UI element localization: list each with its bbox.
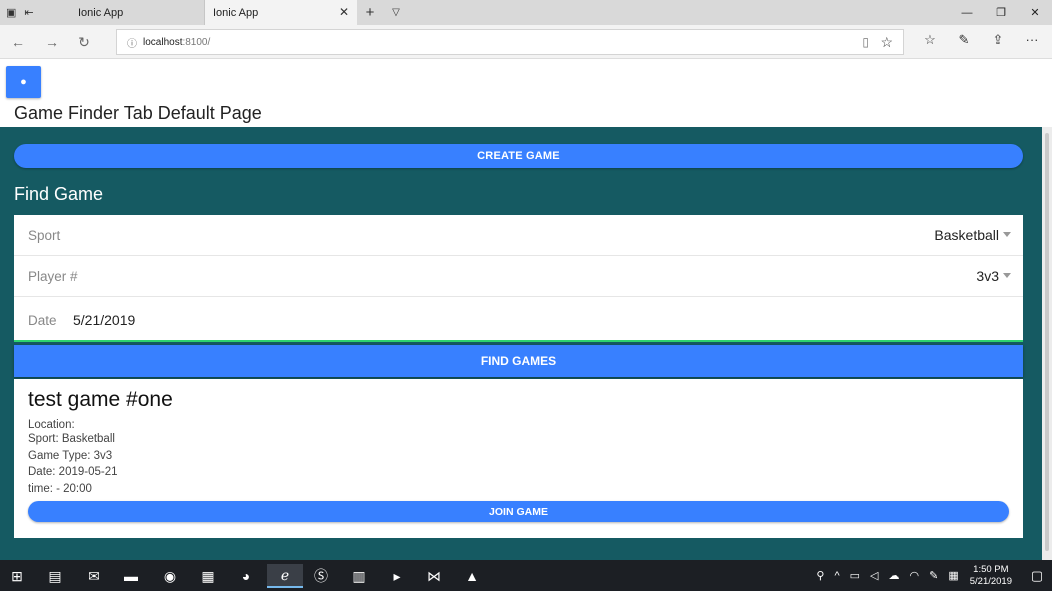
browser-tab-title: Ionic App — [213, 6, 259, 19]
store-icon[interactable]: ▦ — [195, 564, 221, 588]
person-icon: ● — [20, 76, 27, 88]
favorites-icon[interactable]: ☆ — [920, 32, 940, 48]
close-window-icon[interactable]: ✕ — [1018, 0, 1052, 25]
mail-icon[interactable]: ✉ — [81, 564, 107, 588]
find-games-button[interactable]: FIND GAMES — [14, 345, 1023, 377]
clock-date: 5/21/2019 — [969, 575, 1012, 587]
address-bar[interactable]: ⓘ localhost:8100/ ▯ ☆ — [116, 29, 904, 55]
sport-dropdown-icon[interactable] — [1003, 232, 1011, 237]
url-host: localhost — [143, 36, 183, 48]
main-content: CREATE GAME Find Game Sport Basketball P… — [0, 127, 1052, 560]
powershell-icon[interactable]: ▸ — [384, 564, 410, 588]
minimize-icon[interactable]: — — [950, 0, 984, 25]
close-tab-icon[interactable]: ✕ — [339, 5, 349, 19]
pen-workspace-icon[interactable]: ✎ — [929, 569, 938, 582]
refresh-icon[interactable]: ↻ — [74, 32, 94, 52]
info-icon[interactable]: ⓘ — [121, 35, 143, 50]
pen-icon[interactable]: ✎ — [954, 32, 974, 48]
tab-actions: ▣ ⇤ — [0, 0, 70, 25]
game-sport: Sport: Basketball — [28, 433, 115, 445]
game-location: Location: — [28, 419, 75, 431]
game-type: Game Type: 3v3 — [28, 450, 113, 462]
browser-tab-1[interactable]: Ionic App — [70, 0, 205, 25]
players-select-row[interactable]: Player # 3v3 — [14, 256, 1023, 297]
join-game-button[interactable]: JOIN GAME — [28, 501, 1009, 522]
cloud-icon[interactable]: ☁ — [889, 569, 900, 582]
window-controls: — ❐ ✕ — [950, 0, 1052, 25]
action-center-icon[interactable]: ▢ — [1022, 568, 1052, 584]
photos-icon[interactable]: ▲ — [459, 564, 485, 588]
browser-toolbar-right: ☆ ✎ ⇪ ··· — [920, 32, 1042, 48]
clock-time: 1:50 PM — [973, 563, 1009, 575]
user-button[interactable]: ● — [6, 66, 41, 98]
reading-view-icon[interactable]: ▯ — [862, 35, 869, 49]
players-label: Player # — [28, 269, 78, 284]
battery-icon[interactable]: ▭ — [850, 569, 860, 582]
vscode-icon[interactable]: ⋈ — [421, 564, 447, 588]
windows-taskbar: ⊞ ▤ ✉ ▬ ◉ ▦ ◕ ℯ Ⓢ ▥ ▸ ⋈ ▲ ⚲ ^ ▭ ◁ ☁ ◠ ✎ … — [0, 560, 1052, 591]
forward-icon[interactable]: → — [42, 32, 62, 52]
people-icon[interactable]: ⚲ — [816, 569, 824, 582]
game-date: Date: 2019-05-21 — [28, 466, 118, 478]
firefox-icon[interactable]: ◕ — [233, 564, 259, 588]
file-explorer-icon[interactable]: ▬ — [118, 564, 144, 588]
scrollbar[interactable] — [1042, 127, 1052, 560]
clock[interactable]: 1:50 PM 5/21/2019 — [970, 564, 1012, 588]
show-hidden-icon[interactable]: ^ — [834, 570, 839, 582]
volume-icon[interactable]: ◁ — [870, 569, 878, 582]
wifi-icon[interactable]: ◠ — [910, 569, 920, 582]
browser-tab-2[interactable]: Ionic App ✕ — [205, 0, 357, 25]
players-dropdown-icon[interactable] — [1003, 273, 1011, 278]
game-card: test game #one Location: Sport: Basketba… — [14, 379, 1023, 538]
browser-tab-strip: ▣ ⇤ Ionic App Ionic App ✕ + ▽ — ❐ ✕ — [0, 0, 1052, 25]
task-view-icon[interactable]: ▤ — [42, 564, 68, 588]
favorite-star-icon[interactable]: ☆ — [880, 34, 893, 51]
skype-icon[interactable]: Ⓢ — [308, 564, 334, 588]
edge-icon[interactable]: ℯ — [267, 564, 303, 588]
back-icon[interactable]: ← — [8, 32, 28, 52]
scrollbar-thumb[interactable] — [1045, 133, 1049, 551]
players-select-value[interactable]: 3v3 — [976, 268, 999, 284]
restore-icon[interactable]: ❐ — [984, 0, 1018, 25]
share-icon[interactable]: ⇪ — [988, 32, 1008, 48]
more-icon[interactable]: ··· — [1022, 32, 1042, 48]
date-input[interactable]: 5/21/2019 — [73, 312, 135, 328]
page-title: Game Finder Tab Default Page — [14, 103, 262, 123]
chrome-icon[interactable]: ◉ — [157, 564, 183, 588]
date-input-row[interactable]: Date 5/21/2019 — [14, 297, 1023, 342]
keyboard-icon[interactable]: ▦ — [948, 569, 958, 582]
url-port-path: :8100/ — [182, 36, 211, 48]
sport-select-row[interactable]: Sport Basketball — [14, 215, 1023, 256]
app-header: ● Game Finder Tab Default Page — [0, 59, 1052, 127]
game-title: test game #one — [28, 388, 173, 411]
url-text: localhost:8100/ — [143, 37, 210, 48]
browser-tab-title: Ionic App — [78, 6, 124, 19]
find-game-heading: Find Game — [14, 184, 104, 204]
back-tabs-icon[interactable]: ⇤ — [24, 6, 33, 19]
tab-preview-icon[interactable]: ▣ — [6, 6, 16, 19]
sport-label: Sport — [28, 228, 61, 243]
game-time: time: - 20:00 — [28, 483, 92, 495]
sport-select-value[interactable]: Basketball — [934, 227, 999, 243]
archive-app-icon[interactable]: ▥ — [346, 564, 372, 588]
browser-nav-bar: ← → ↻ ⓘ localhost:8100/ ▯ ☆ ☆ ✎ ⇪ ··· — [0, 25, 1052, 59]
tab-dropdown-icon[interactable]: ▽ — [383, 0, 409, 25]
start-icon[interactable]: ⊞ — [4, 564, 30, 588]
new-tab-icon[interactable]: + — [357, 0, 383, 25]
find-game-form: Sport Basketball Player # 3v3 Date 5/21/… — [14, 215, 1023, 342]
system-tray: ⚲ ^ ▭ ◁ ☁ ◠ ✎ ▦ 1:50 PM 5/21/2019 ▢ — [811, 560, 1052, 591]
create-game-button[interactable]: CREATE GAME — [14, 144, 1023, 168]
date-label: Date — [28, 313, 57, 328]
